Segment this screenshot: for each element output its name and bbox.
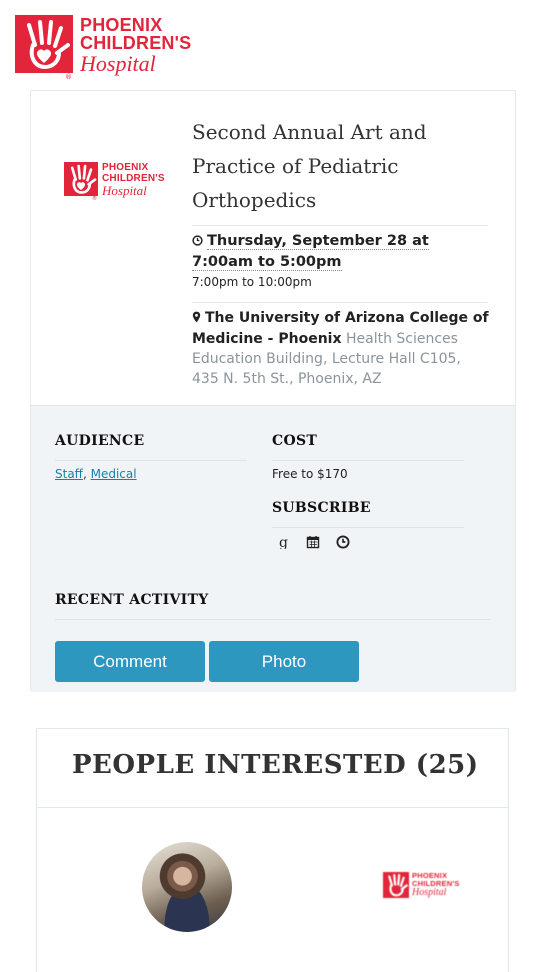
event-time-range: 7:00am to 5:00pm [192,254,342,271]
audience-tag-staff[interactable]: Staff [55,467,83,481]
divider [55,460,247,461]
brand-line1: PHOENIX [80,15,163,35]
clock-icon[interactable] [336,535,350,549]
organizer-logo[interactable]: PHOENIX CHILDREN'S Hospital ® [64,162,165,202]
divider [272,460,464,461]
brand-line2: CHILDREN'S [80,33,192,53]
divider [272,527,464,528]
cost-value: Free to $170 [272,467,348,481]
clock-icon [192,232,203,252]
people-interested-header: PEOPLE INTERESTED (25) [37,729,508,808]
brand-line3: Hospital [80,51,156,76]
people-interested-title: PEOPLE INTERESTED (25) [72,750,479,780]
event-datetime: Thursday, September 28 at 7:00am to 5:00… [192,231,492,292]
cost-heading: COST [272,433,318,449]
hand-heart-icon [15,15,73,73]
registered-mark: ® [92,196,97,202]
divider [192,302,488,303]
subscribe-heading: SUBSCRIBE [272,500,371,516]
event-summary: Second Annual Art and Practice of Pediat… [31,91,515,406]
event-date: Thursday, September 28 at [207,233,429,250]
hand-heart-icon [383,872,409,898]
event-location: The University of Arizona College of Med… [192,308,492,389]
calendar-icon[interactable] [306,535,320,549]
recent-activity-heading: RECENT ACTIVITY [55,592,209,608]
divider [192,225,488,226]
event-title: Second Annual Art and Practice of Pediat… [192,120,427,212]
brand-line3: Hospital [412,887,447,898]
subscribe-options: g [276,535,350,551]
avatar[interactable] [142,842,232,932]
divider [55,619,490,620]
map-pin-icon [192,309,201,329]
audience-tags: Staff, Medical [55,467,137,481]
audience-heading: AUDIENCE [55,433,145,449]
brand-logo[interactable]: PHOENIX CHILDREN'S Hospital ® [15,15,192,81]
google-icon[interactable]: g [276,535,290,551]
attendee-logo[interactable]: PHOENIX CHILDREN'S Hospital [383,872,460,898]
brand-line1: PHOENIX [102,162,149,173]
hand-heart-icon [64,162,98,196]
comment-button[interactable]: Comment [55,641,205,682]
event-secondary-time: 7:00pm to 10:00pm [192,275,312,289]
audience-tag-medical[interactable]: Medical [91,467,137,481]
photo-button[interactable]: Photo [209,641,359,682]
registered-mark: ® [65,73,72,81]
people-interested-card: PEOPLE INTERESTED (25) [36,728,509,972]
brand-line3: Hospital [102,183,147,198]
svg-text:g: g [279,535,288,549]
